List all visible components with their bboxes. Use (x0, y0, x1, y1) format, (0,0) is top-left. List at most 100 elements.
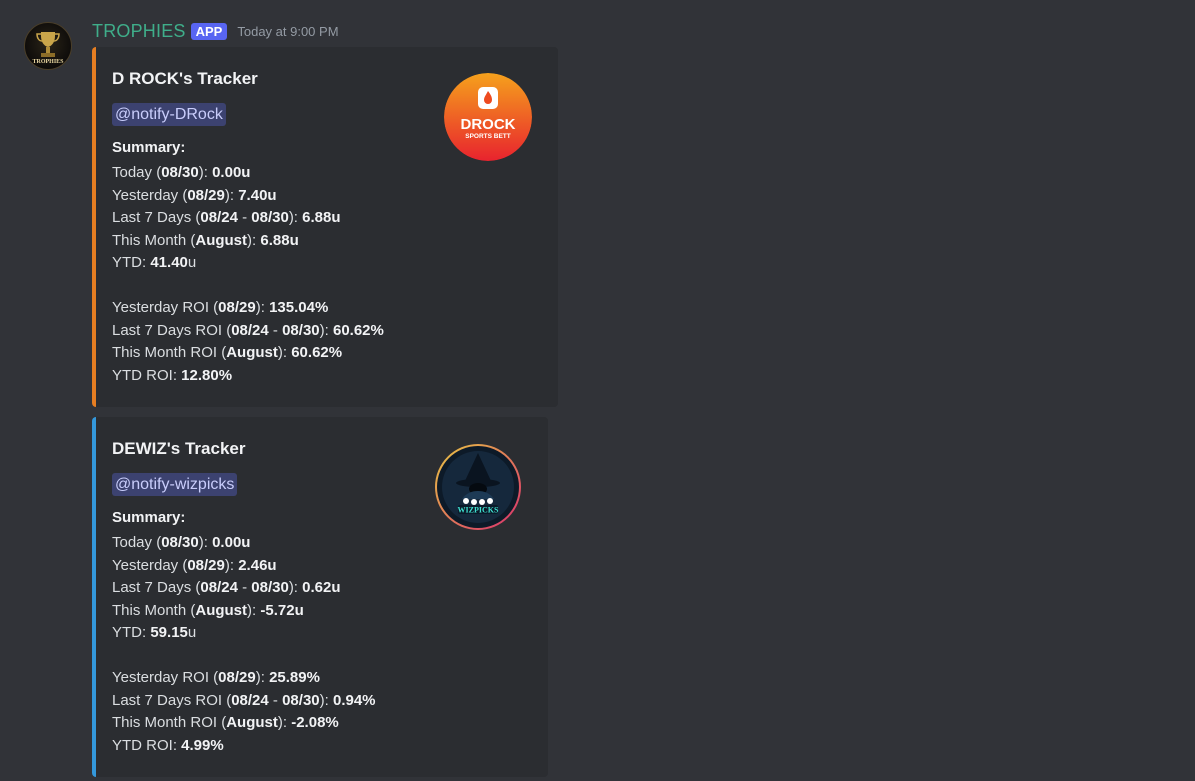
label-text: YTD: (112, 624, 151, 642)
value-text: 08/30 (161, 164, 199, 181)
summary-line: Today (08/30): 0.00u (112, 162, 250, 184)
roi-line: YTD ROI: 4.99% (112, 735, 224, 757)
value-text: -5.72u (260, 601, 304, 619)
label-text: ): (277, 344, 292, 362)
label-text: YTD ROI: (112, 736, 182, 754)
value-text: 6.88u (260, 231, 299, 249)
label-text: ): (319, 321, 333, 339)
value-text: 08/30 (251, 579, 289, 597)
roi-line: YTD ROI: 12.80% (112, 365, 232, 387)
label-text: YTD ROI: (112, 366, 182, 384)
bot-message: TROPHIES TROPHIES APP Today at 9:00 PM D… (0, 0, 1195, 781)
embed-title: D ROCK's Tracker (112, 69, 258, 88)
label-text: This Month ( (112, 601, 196, 619)
message-timestamp[interactable]: Today at 9:00 PM (237, 24, 338, 39)
embed-drock: D ROCK's Tracker @notify-DRock Summary: … (92, 47, 558, 407)
label-text: ): (247, 601, 261, 619)
embed-dewiz: DEWIZ's Tracker @notify-wizpicks Summary… (92, 417, 548, 777)
label-text: ): (288, 579, 303, 597)
label-text: Yesterday ( (112, 556, 188, 574)
value-text: 6.88u (302, 209, 341, 227)
value-text: 7.40u (238, 186, 277, 204)
label-text: Yesterday ROI ( (112, 299, 219, 316)
summary-line: Last 7 Days (08/24 - 08/30): 6.88u (112, 207, 341, 229)
value-text: August (226, 714, 278, 732)
author-name[interactable]: TROPHIES (92, 21, 186, 42)
embed-thumbnail[interactable]: WIZPICKS (434, 443, 522, 531)
logo-subtext: SPORTS BETT (465, 133, 511, 140)
label-text: u (187, 254, 197, 272)
summary-line: Last 7 Days (08/24 - 08/30): 0.62u (112, 577, 341, 599)
value-text: 08/24 (200, 209, 238, 227)
label-text: - (268, 691, 283, 709)
value-text: 60.62% (332, 321, 384, 339)
value-text: 135.04% (269, 299, 329, 316)
logo-text: DROCK (461, 116, 516, 133)
label-text: ): (247, 231, 261, 249)
summary-line: YTD: 41.40u (112, 252, 196, 274)
value-text: 0.94% (332, 691, 376, 709)
value-text: 25.89% (269, 669, 320, 686)
value-text: 2.46u (238, 556, 277, 574)
summary-label: Summary: (112, 509, 186, 526)
embed-title: DEWIZ's Tracker (112, 439, 246, 458)
value-text: 08/30 (161, 534, 199, 551)
value-text: 60.62% (291, 344, 343, 362)
value-text: August (226, 344, 278, 362)
value-text: 08/24 (231, 691, 269, 709)
label-text: ): (224, 186, 239, 204)
value-text: 08/24 (231, 321, 269, 339)
value-text: 41.40 (150, 254, 188, 272)
app-badge: APP (190, 22, 228, 40)
message-header: TROPHIES APP Today at 9:00 PM (92, 20, 339, 42)
summary-line: Yesterday (08/29): 2.46u (112, 555, 277, 577)
label-text: ): (224, 556, 239, 574)
drock-logo-icon: DROCK SPORTS BETT (444, 73, 532, 161)
value-text: -2.08% (291, 714, 339, 732)
value-text: 08/29 (187, 186, 225, 204)
avatar-text: TROPHIES (32, 59, 64, 65)
label-text: Today ( (112, 534, 162, 551)
label-text: This Month ROI ( (112, 714, 227, 732)
wizard-logo-icon: WIZPICKS (435, 444, 521, 530)
value-text: 0.00u (212, 164, 251, 181)
roi-line: Last 7 Days ROI (08/24 - 08/30): 60.62% (112, 320, 384, 342)
summary-line: Yesterday (08/29): 7.40u (112, 185, 277, 207)
value-text: August (195, 231, 248, 249)
summary-line: This Month (August): -5.72u (112, 600, 304, 622)
value-text: 08/30 (282, 321, 320, 339)
label-text: Yesterday ROI ( (112, 669, 219, 686)
embed-thumbnail[interactable]: DROCK SPORTS BETT (444, 73, 532, 161)
summary-line: YTD: 59.15u (112, 622, 196, 644)
label-text: Yesterday ( (112, 186, 188, 204)
value-text: 08/29 (218, 669, 256, 686)
label-text: ): (288, 209, 303, 227)
role-mention[interactable]: @notify-DRock (112, 103, 226, 126)
logo-text: WIZPICKS (458, 506, 499, 515)
trophy-icon: TROPHIES (32, 32, 64, 65)
label-text: - (237, 209, 252, 227)
author-avatar[interactable]: TROPHIES (24, 22, 72, 70)
embed-accent-bar (92, 417, 96, 777)
value-text: 08/30 (282, 691, 320, 709)
label-text: YTD: (112, 254, 151, 272)
roi-line: Yesterday ROI (08/29): 135.04% (112, 297, 328, 319)
value-text: 08/29 (187, 556, 225, 574)
label-text: Last 7 Days ( (112, 579, 201, 597)
label-text: Last 7 Days ROI ( (112, 691, 232, 709)
value-text: 08/30 (251, 209, 289, 227)
label-text: u (187, 624, 197, 642)
label-text: ): (319, 691, 333, 709)
label-text: ): (255, 669, 270, 686)
roi-line: This Month ROI (August): 60.62% (112, 342, 342, 364)
value-text: 0.62u (302, 579, 341, 597)
label-text: This Month ROI ( (112, 344, 227, 362)
value-text: 4.99% (181, 736, 224, 754)
label-text: Last 7 Days ( (112, 209, 201, 227)
label-text: ): (198, 534, 213, 551)
role-mention[interactable]: @notify-wizpicks (112, 473, 238, 496)
label-text: This Month ( (112, 231, 196, 249)
label-text: Last 7 Days ROI ( (112, 321, 232, 339)
value-text: 12.80% (181, 366, 233, 384)
label-text: Today ( (112, 164, 162, 181)
